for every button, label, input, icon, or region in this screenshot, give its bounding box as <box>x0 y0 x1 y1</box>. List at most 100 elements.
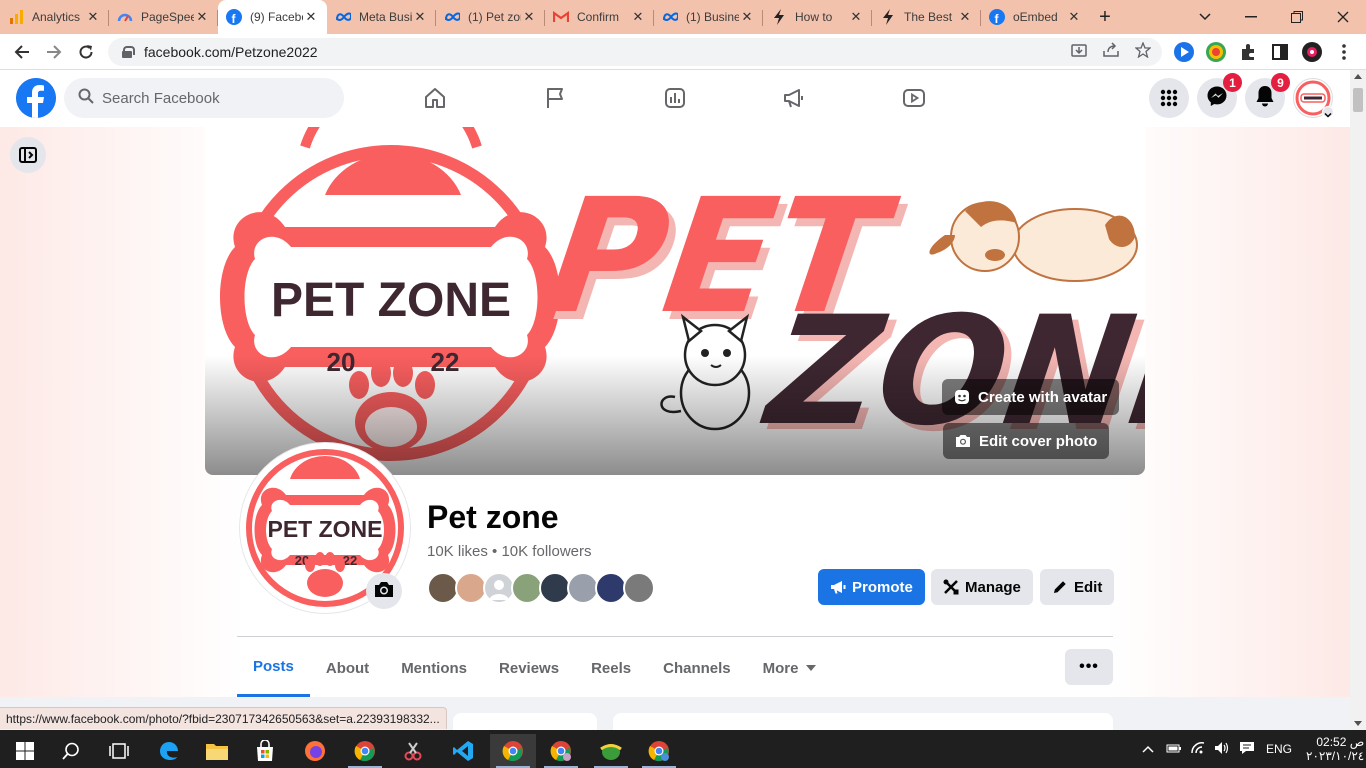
bookmark-star-icon[interactable] <box>1134 41 1152 61</box>
close-icon[interactable]: ✕ <box>1066 9 1082 25</box>
close-icon[interactable]: ✕ <box>303 9 319 25</box>
minimize-icon[interactable] <box>1228 0 1274 34</box>
browser-tab-the-best[interactable]: The Best ✕ <box>872 0 981 34</box>
chrome-menu-icon[interactable] <box>1334 42 1354 62</box>
input-language[interactable]: ENG <box>1266 742 1292 756</box>
scroll-down-icon[interactable] <box>1354 721 1362 726</box>
browser-tab-analytics[interactable]: Analytics ✕ <box>0 0 109 34</box>
share-icon[interactable] <box>1103 42 1119 61</box>
close-icon[interactable]: ✕ <box>957 9 973 25</box>
avatar[interactable] <box>623 572 655 604</box>
file-explorer-icon[interactable] <box>194 734 240 768</box>
scrollbar-thumb[interactable] <box>1353 88 1363 112</box>
chrome-icon[interactable] <box>342 734 388 768</box>
extensions-puzzle-icon[interactable] <box>1238 42 1258 62</box>
vscode-icon[interactable] <box>440 734 486 768</box>
tab-title: (1) Business <box>686 10 739 24</box>
page-stats[interactable]: 10K likes • 10K followers <box>427 543 592 560</box>
edge-icon[interactable] <box>146 734 192 768</box>
tab-search-icon[interactable] <box>1182 0 1228 34</box>
tab-reels[interactable]: Reels <box>575 639 647 697</box>
side-panel-icon[interactable] <box>1270 42 1290 62</box>
wifi-icon[interactable] <box>1186 741 1210 758</box>
chrome-active-icon[interactable] <box>490 734 536 768</box>
extension-globe-icon[interactable] <box>1206 42 1226 62</box>
browser-tab-pagespeed[interactable]: PageSpeed ✕ <box>109 0 218 34</box>
browser-tab-how-to[interactable]: How to ✕ <box>763 0 872 34</box>
promote-button[interactable]: Promote <box>818 569 925 605</box>
clock[interactable]: 02:52 ص ٢٠٢٣/١٠/٢٤ <box>1306 735 1364 763</box>
tab-channels[interactable]: Channels <box>647 639 747 697</box>
browser-tab-pet-zone[interactable]: (1) Pet zone ✕ <box>436 0 545 34</box>
search-icon[interactable] <box>48 734 94 768</box>
pages-flag-icon[interactable] <box>539 82 571 114</box>
chrome-profile-2-icon[interactable] <box>636 734 682 768</box>
bolt-icon <box>880 9 896 25</box>
tab-mentions[interactable]: Mentions <box>385 639 483 697</box>
close-icon[interactable]: ✕ <box>521 9 537 25</box>
close-icon[interactable]: ✕ <box>630 9 646 25</box>
video-icon[interactable] <box>898 82 930 114</box>
close-icon[interactable]: ✕ <box>194 9 210 25</box>
close-icon[interactable]: ✕ <box>85 9 101 25</box>
edit-button[interactable]: Edit <box>1040 569 1115 605</box>
windows-start-icon[interactable] <box>2 734 48 768</box>
scrollbar[interactable] <box>1350 70 1366 730</box>
account-chevron-icon[interactable] <box>1322 106 1334 118</box>
close-icon[interactable]: ✕ <box>739 9 755 25</box>
home-icon[interactable] <box>419 82 451 114</box>
battery-icon[interactable] <box>1162 742 1186 757</box>
task-view-icon[interactable] <box>96 734 142 768</box>
update-profile-picture-button[interactable] <box>366 573 402 609</box>
volume-icon[interactable] <box>1210 741 1234 758</box>
browser-tab-oembed[interactable]: f oEmbed ✕ <box>981 0 1090 34</box>
action-center-icon[interactable] <box>1234 741 1260 758</box>
lock-icon[interactable] <box>122 46 135 58</box>
globe-app-icon[interactable] <box>588 734 634 768</box>
avatar-logo-text: PET ZONE <box>267 516 382 542</box>
address-bar[interactable]: facebook.com/Petzone2022 <box>108 38 1162 66</box>
search-input[interactable] <box>102 89 322 107</box>
store-icon[interactable] <box>242 734 288 768</box>
profile-avatar-icon[interactable] <box>1302 42 1322 62</box>
facebook-logo-icon[interactable] <box>16 78 56 118</box>
firefox-icon[interactable] <box>292 734 338 768</box>
tab-reviews[interactable]: Reviews <box>483 639 575 697</box>
create-with-avatar-button[interactable]: Create with avatar <box>942 379 1120 415</box>
close-icon[interactable]: ✕ <box>848 9 864 25</box>
menu-grid-icon[interactable] <box>1149 78 1189 118</box>
browser-tab-gmail[interactable]: Confirm ✕ <box>545 0 654 34</box>
edit-cover-photo-button[interactable]: Edit cover photo <box>943 423 1110 459</box>
tab-posts[interactable]: Posts <box>237 639 310 697</box>
facebook-search[interactable] <box>64 78 344 118</box>
close-window-icon[interactable] <box>1320 0 1366 34</box>
browser-tab-business[interactable]: (1) Business ✕ <box>654 0 763 34</box>
tab-about[interactable]: About <box>310 639 385 697</box>
tab-more[interactable]: More <box>747 639 833 697</box>
chrome-profile-icon[interactable] <box>538 734 584 768</box>
browser-tab-facebook[interactable]: f (9) Facebook ✕ <box>218 0 327 34</box>
sidebar-toggle-icon[interactable] <box>10 137 46 173</box>
chevron-up-icon[interactable] <box>1138 742 1158 756</box>
messenger-button[interactable]: 1 <box>1197 73 1242 118</box>
cover-photo[interactable]: PET ZONE 20 22 PET PET ZONE ZONE <box>205 127 1145 475</box>
notifications-button[interactable]: 9 <box>1245 73 1290 118</box>
bell-icon <box>1255 85 1275 112</box>
scroll-up-icon[interactable] <box>1354 74 1362 79</box>
install-app-icon[interactable] <box>1071 42 1087 61</box>
follower-avatars[interactable] <box>427 572 655 604</box>
extension-cast-icon[interactable] <box>1174 42 1194 62</box>
snipping-tool-icon[interactable] <box>390 734 436 768</box>
manage-button[interactable]: Manage <box>931 569 1033 605</box>
more-options-button[interactable]: ••• <box>1065 649 1113 685</box>
browser-tab-meta-business[interactable]: Meta Business ✕ <box>327 0 436 34</box>
manage-label: Manage <box>965 578 1021 596</box>
new-tab-button[interactable]: + <box>1090 0 1120 34</box>
back-icon[interactable] <box>8 38 36 66</box>
ads-megaphone-icon[interactable] <box>778 82 810 114</box>
close-icon[interactable]: ✕ <box>412 9 428 25</box>
reload-icon[interactable] <box>72 38 100 66</box>
forward-icon[interactable] <box>40 38 68 66</box>
restore-icon[interactable] <box>1274 0 1320 34</box>
insights-icon[interactable] <box>659 82 691 114</box>
